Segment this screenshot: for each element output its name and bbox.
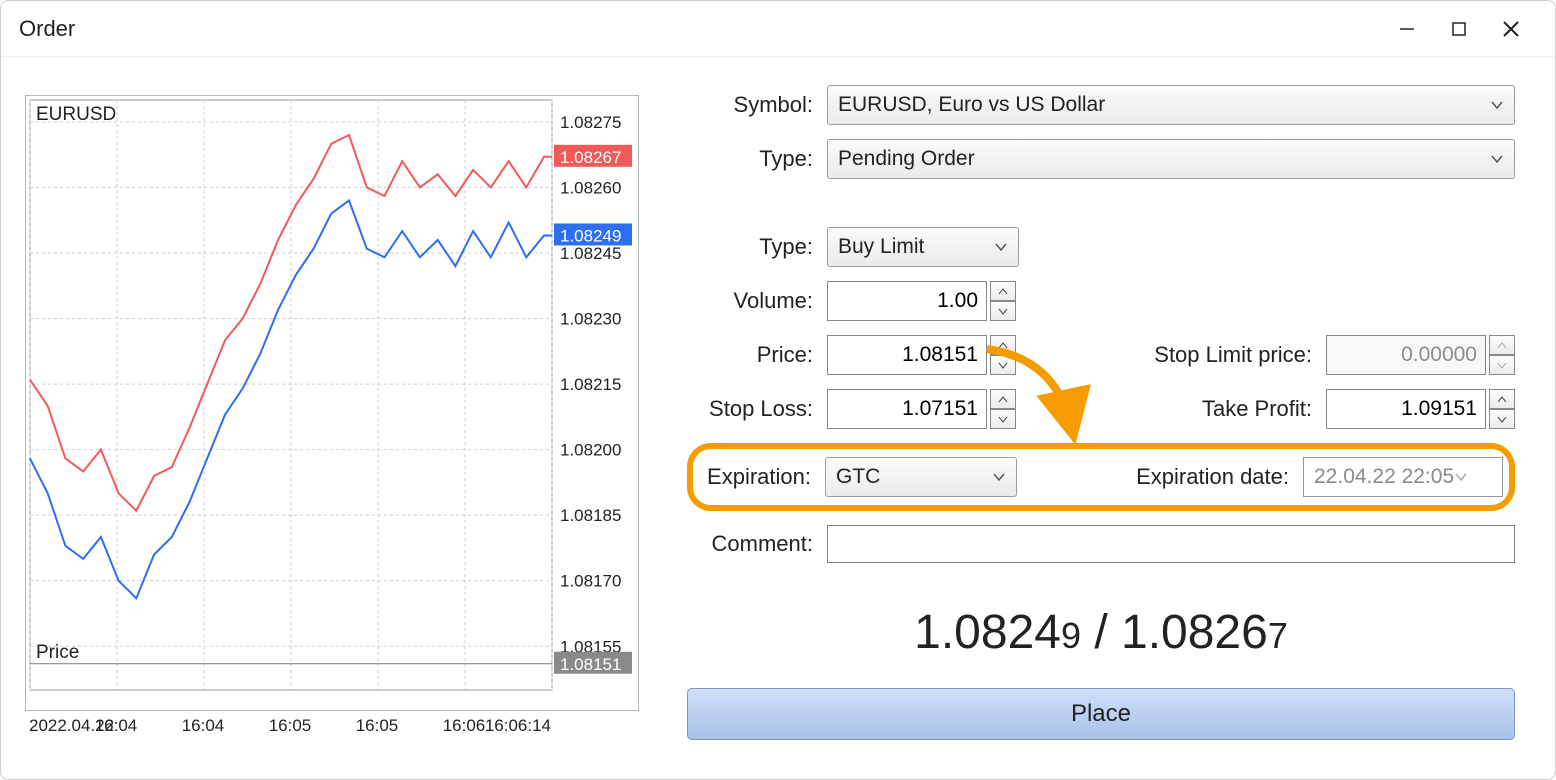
expiration-label: Expiration: (699, 464, 825, 490)
comment-label: Comment: (687, 531, 827, 557)
spinner-up-icon[interactable] (990, 389, 1016, 409)
svg-text:1.08215: 1.08215 (560, 375, 621, 394)
svg-text:Price: Price (36, 642, 79, 663)
spinner-up-icon (1489, 335, 1515, 355)
expirationdate-label: Expiration date: (1083, 464, 1303, 490)
stoplimit-stepper (1326, 335, 1515, 375)
svg-text:16:06: 16:06 (443, 716, 486, 735)
svg-text:1.08170: 1.08170 (560, 572, 621, 591)
place-button-label: Place (1071, 700, 1131, 728)
symbol-select[interactable]: EURUSD, Euro vs US Dollar (827, 85, 1515, 125)
svg-text:16:06:14: 16:06:14 (485, 716, 551, 735)
takeprofit-label: Take Profit: (1116, 396, 1326, 422)
spinner-down-icon[interactable] (990, 301, 1016, 321)
expiration-value: GTC (836, 465, 880, 489)
svg-text:EURUSD: EURUSD (36, 104, 116, 125)
symbol-value: EURUSD, Euro vs US Dollar (838, 93, 1105, 117)
svg-text:1.08151: 1.08151 (560, 655, 621, 674)
svg-text:16:04: 16:04 (95, 716, 138, 735)
svg-text:1.08230: 1.08230 (560, 310, 621, 329)
expiration-select[interactable]: GTC (825, 457, 1017, 497)
titlebar: Order (1, 1, 1555, 57)
price-label: Price: (687, 342, 827, 368)
price-separator: / (1081, 606, 1121, 659)
chart-panel: 1.081551.081701.081851.082001.082151.082… (7, 77, 647, 759)
ordertype-select[interactable]: Pending Order (827, 139, 1515, 179)
spinner-up-icon[interactable] (990, 335, 1016, 355)
stoploss-input[interactable] (827, 389, 987, 429)
ordertype-label: Type: (687, 146, 827, 172)
expirationdate-value: 22.04.22 22:05 (1314, 465, 1454, 489)
takeprofit-stepper[interactable] (1326, 389, 1515, 429)
comment-input[interactable] (827, 525, 1515, 563)
chevron-down-icon (992, 472, 1006, 482)
spinner-down-icon (1489, 355, 1515, 375)
maximize-button[interactable] (1433, 10, 1485, 48)
ask-price-main: 1.0826 (1121, 606, 1268, 659)
spinner-down-icon[interactable] (990, 355, 1016, 375)
minimize-button[interactable] (1381, 10, 1433, 48)
price-stepper[interactable] (827, 335, 1016, 375)
stoplimit-input (1326, 335, 1486, 375)
spinner-up-icon[interactable] (990, 281, 1016, 301)
chart: 1.081551.081701.081851.082001.082151.082… (25, 95, 639, 711)
bid-price-main: 1.0824 (914, 606, 1061, 659)
stoploss-label: Stop Loss: (687, 396, 827, 422)
chevron-down-icon (994, 242, 1008, 252)
pendingtype-select[interactable]: Buy Limit (827, 227, 1019, 267)
bid-price-last: 9 (1061, 615, 1081, 656)
svg-text:1.08260: 1.08260 (560, 178, 621, 197)
expirationdate-select: 22.04.22 22:05 (1303, 457, 1503, 497)
svg-text:16:04: 16:04 (182, 716, 225, 735)
stoploss-stepper[interactable] (827, 389, 1016, 429)
symbol-label: Symbol: (687, 92, 827, 118)
svg-text:1.08267: 1.08267 (560, 148, 621, 167)
spinner-up-icon[interactable] (1489, 389, 1515, 409)
stoplimit-label: Stop Limit price: (1116, 342, 1326, 368)
spinner-down-icon[interactable] (990, 409, 1016, 429)
svg-text:16:05: 16:05 (356, 716, 399, 735)
ask-price-last: 7 (1268, 615, 1288, 656)
chart-x-axis: 2022.04.2216:0416:0416:0516:0516:0616:06… (25, 711, 639, 739)
window-title: Order (19, 16, 75, 42)
svg-text:1.08275: 1.08275 (560, 113, 621, 132)
volume-label: Volume: (687, 288, 827, 314)
expiration-highlight: Expiration: GTC Expiration date: 22.04.2… (687, 443, 1515, 511)
chevron-down-icon (1454, 472, 1468, 482)
order-window: Order 1.081551.081701.081851.082001.0821… (0, 0, 1556, 780)
pendingtype-label: Type: (687, 234, 827, 260)
svg-text:1.08200: 1.08200 (560, 441, 621, 460)
place-button[interactable]: Place (687, 688, 1515, 740)
takeprofit-input[interactable] (1326, 389, 1486, 429)
svg-text:1.08185: 1.08185 (560, 506, 621, 525)
pendingtype-value: Buy Limit (838, 235, 924, 259)
volume-stepper[interactable] (827, 281, 1016, 321)
svg-text:1.08249: 1.08249 (560, 226, 621, 245)
form-panel: Symbol: EURUSD, Euro vs US Dollar Type: … (647, 77, 1535, 759)
close-button[interactable] (1485, 10, 1537, 48)
svg-text:1.08245: 1.08245 (560, 244, 621, 263)
ordertype-value: Pending Order (838, 147, 975, 171)
svg-text:16:05: 16:05 (269, 716, 312, 735)
price-input[interactable] (827, 335, 987, 375)
chevron-down-icon (1490, 100, 1504, 110)
bid-ask-display: 1.08249 / 1.08267 (687, 605, 1515, 660)
chevron-down-icon (1490, 154, 1504, 164)
spinner-down-icon[interactable] (1489, 409, 1515, 429)
volume-input[interactable] (827, 281, 987, 321)
